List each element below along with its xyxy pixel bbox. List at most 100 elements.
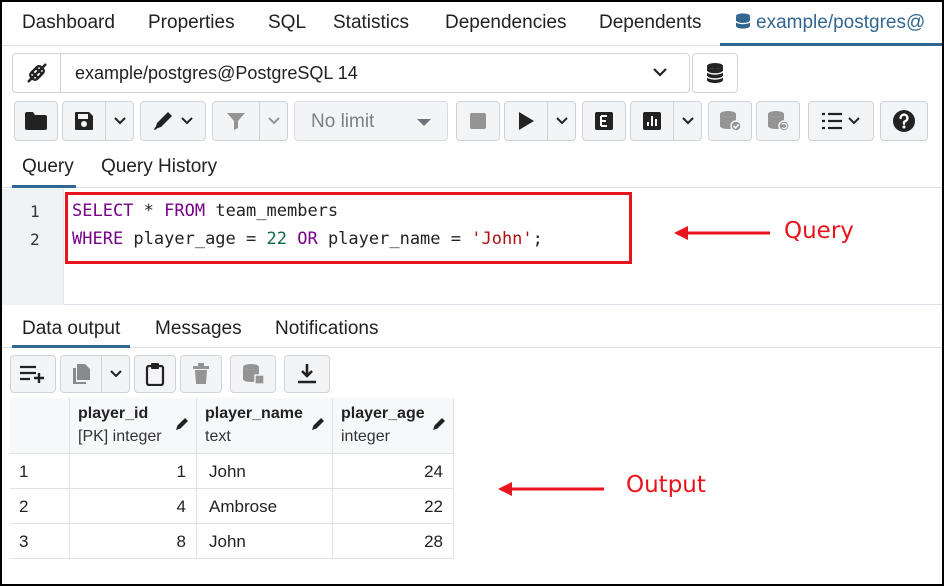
stop-icon xyxy=(470,113,486,129)
tab-properties[interactable]: Properties xyxy=(148,12,235,34)
connection-label: example/postgres@PostgreSQL 14 xyxy=(75,63,358,83)
tab-messages[interactable]: Messages xyxy=(155,318,242,340)
row-number-label: 2 xyxy=(19,497,29,516)
chevron-down-icon xyxy=(848,117,860,125)
edit-menu-button[interactable] xyxy=(140,101,206,141)
tab-dependents[interactable]: Dependents xyxy=(599,12,701,34)
cell-value: 8 xyxy=(176,532,186,551)
column-header-player-name[interactable]: player_name text xyxy=(197,398,333,454)
play-icon xyxy=(519,112,534,130)
active-tab-indicator xyxy=(720,43,942,46)
macros-button[interactable] xyxy=(808,101,874,141)
table-cell[interactable]: 22 xyxy=(333,489,454,524)
download-button[interactable] xyxy=(284,355,330,393)
tab-data-output[interactable]: Data output xyxy=(22,318,120,340)
tab-query-tool[interactable]: example/postgres@ xyxy=(734,12,925,34)
column-header-player-id[interactable]: player_id [PK] integer xyxy=(70,398,197,454)
tab-notifications[interactable]: Notifications xyxy=(275,318,379,340)
edit-column-icon xyxy=(312,418,324,430)
open-file-button[interactable] xyxy=(14,101,58,141)
database-icon xyxy=(735,13,751,29)
paste-button[interactable] xyxy=(134,355,176,393)
stop-button[interactable] xyxy=(456,101,500,141)
rollback-button[interactable] xyxy=(756,101,800,141)
clipboard-icon xyxy=(145,363,165,386)
copy-button[interactable] xyxy=(60,355,102,393)
table-cell[interactable]: 24 xyxy=(333,454,454,489)
save-file-button[interactable] xyxy=(62,101,106,141)
column-type: text xyxy=(205,428,231,445)
table-cell[interactable]: 8 xyxy=(70,524,197,559)
row-number-label: 3 xyxy=(19,532,29,551)
connection-select[interactable]: example/postgres@PostgreSQL 14 xyxy=(12,53,690,93)
add-row-button[interactable] xyxy=(10,355,56,393)
tab-query[interactable]: Query xyxy=(22,156,74,178)
tab-sql[interactable]: SQL xyxy=(268,12,306,34)
column-header-player-age[interactable]: player_age integer xyxy=(333,398,454,454)
cell-value: John xyxy=(209,532,246,551)
save-icon xyxy=(75,112,93,130)
row-number-header xyxy=(10,398,70,454)
filter-icon xyxy=(227,113,245,130)
save-data-button[interactable] xyxy=(230,355,276,393)
add-row-icon xyxy=(20,365,44,383)
tab-query-tool-label: example/postgres@ xyxy=(756,12,926,33)
line-number: 2 xyxy=(30,230,40,249)
explain-options-button[interactable] xyxy=(674,101,702,141)
save-options-button[interactable] xyxy=(106,101,134,141)
chevron-down-icon xyxy=(681,117,694,125)
explain-button[interactable] xyxy=(582,101,626,141)
cell-value: 1 xyxy=(176,462,186,481)
cell-value: John xyxy=(209,462,246,481)
execute-options-button[interactable] xyxy=(548,101,576,141)
tab-dashboard[interactable]: Dashboard xyxy=(22,12,115,34)
line-gutter: 1 2 xyxy=(2,189,64,305)
copy-options-button[interactable] xyxy=(102,355,130,393)
connection-status-button[interactable] xyxy=(13,54,61,92)
execute-button[interactable] xyxy=(504,101,548,141)
row-number[interactable]: 3 xyxy=(10,524,70,559)
pgadmin-query-tool: Dashboard Properties SQL Statistics Depe… xyxy=(0,0,944,586)
filter-options-button[interactable] xyxy=(260,101,288,141)
chart-bar-icon xyxy=(643,112,661,130)
new-connection-button[interactable] xyxy=(692,53,738,93)
chevron-down-icon xyxy=(555,117,568,125)
help-button[interactable] xyxy=(880,101,928,141)
help-icon xyxy=(893,110,915,132)
active-tab-indicator xyxy=(12,185,76,188)
row-number-label: 1 xyxy=(19,462,29,481)
filter-button[interactable] xyxy=(212,101,260,141)
chevron-down-icon xyxy=(109,370,122,378)
table-cell[interactable]: John xyxy=(197,454,333,489)
tab-dependencies[interactable]: Dependencies xyxy=(445,12,566,34)
edit-column-icon xyxy=(176,418,188,430)
query-highlight-box xyxy=(65,192,632,264)
cell-value: 24 xyxy=(424,462,443,481)
rows-limit-select[interactable]: No limit xyxy=(294,101,448,141)
delete-button[interactable] xyxy=(180,355,222,393)
table-cell[interactable]: John xyxy=(197,524,333,559)
column-name: player_age xyxy=(341,405,425,422)
tab-query-history[interactable]: Query History xyxy=(101,156,217,178)
edit-column-icon xyxy=(433,418,445,430)
database-stack-icon xyxy=(706,63,724,83)
list-icon xyxy=(822,112,842,130)
trash-icon xyxy=(193,363,209,384)
table-cell[interactable]: 4 xyxy=(70,489,197,524)
database-undo-icon xyxy=(768,111,790,132)
cell-value: 4 xyxy=(176,497,186,516)
explain-icon xyxy=(595,112,613,130)
table-cell[interactable]: Ambrose xyxy=(197,489,333,524)
output-tabs: Data output Messages Notifications xyxy=(2,308,942,348)
object-tabs: Dashboard Properties SQL Statistics Depe… xyxy=(2,2,942,46)
row-number[interactable]: 1 xyxy=(10,454,70,489)
table-cell[interactable]: 1 xyxy=(70,454,197,489)
database-save-icon xyxy=(243,364,265,385)
editor-tabs: Query Query History xyxy=(2,148,942,188)
table-cell[interactable]: 28 xyxy=(333,524,454,559)
output-annotation-label: Output xyxy=(626,472,706,498)
tab-statistics[interactable]: Statistics xyxy=(333,12,409,34)
commit-button[interactable] xyxy=(708,101,752,141)
row-number[interactable]: 2 xyxy=(10,489,70,524)
explain-analyze-button[interactable] xyxy=(630,101,674,141)
